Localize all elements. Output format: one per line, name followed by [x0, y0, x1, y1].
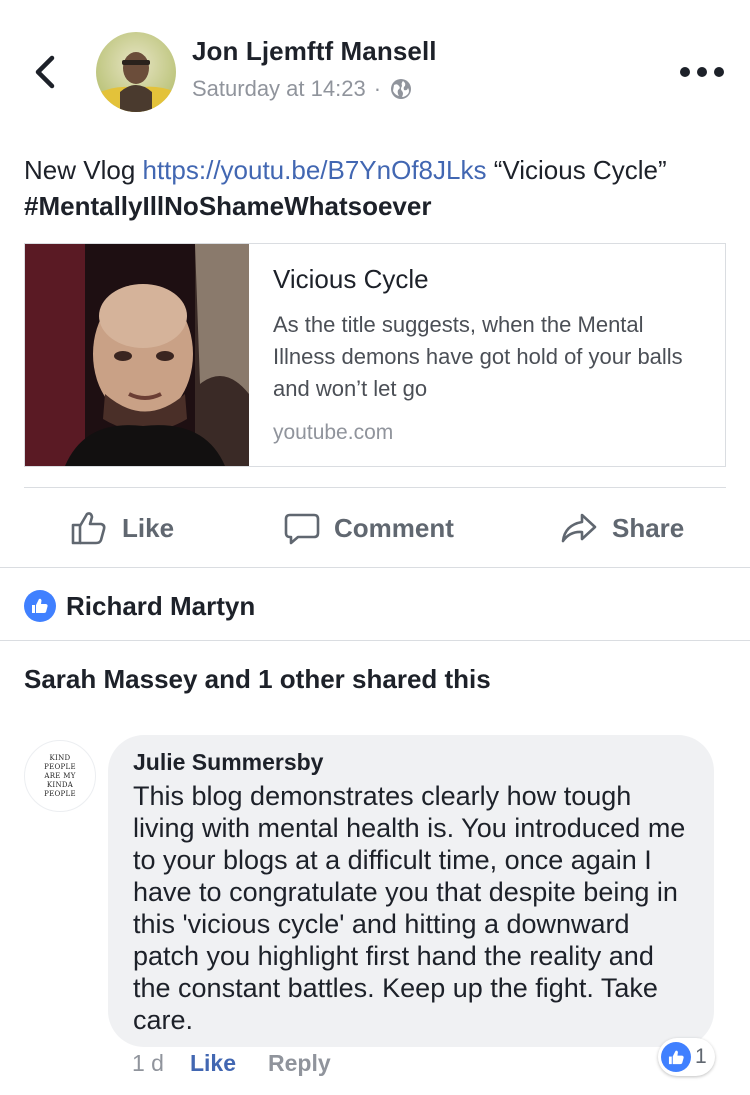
author-name[interactable]: Jon Ljemftf Mansell	[192, 36, 437, 67]
chevron-left-icon	[35, 55, 55, 89]
share-arrow-icon	[561, 513, 597, 543]
more-dot-icon	[680, 67, 690, 77]
divider	[0, 567, 750, 568]
reactions-summary[interactable]: Richard Martyn	[24, 590, 255, 622]
back-button[interactable]	[28, 50, 68, 94]
comment-author[interactable]: Julie Summersby	[133, 749, 690, 776]
link-card-body: Vicious Cycle As the title suggests, whe…	[249, 244, 725, 466]
link-card-title: Vicious Cycle	[273, 264, 429, 294]
comment-meta: 1 d Like Reply	[132, 1050, 331, 1077]
divider	[24, 487, 726, 488]
post-header: Jon Ljemftf Mansell Saturday at 14:23 ·	[0, 0, 750, 140]
like-reaction-icon	[661, 1042, 691, 1072]
globe-icon	[391, 79, 412, 99]
comment-icon	[284, 513, 320, 545]
link-card-description: As the title suggests, when the Mental I…	[273, 312, 683, 401]
comment-reply-button[interactable]: Reply	[268, 1050, 331, 1077]
share-button[interactable]: Share	[560, 490, 684, 566]
post-actions-bar: Like Comment Share	[0, 490, 750, 566]
divider	[0, 640, 750, 641]
comment-time: 1 d	[132, 1050, 164, 1076]
post-text-suffix: “Vicious Cycle”	[486, 155, 667, 185]
share-label: Share	[612, 512, 685, 543]
link-preview-card[interactable]: Vicious Cycle As the title suggests, whe…	[24, 243, 726, 467]
post-hashtag[interactable]: #MentallyIllNoShameWhatsoever	[24, 191, 431, 221]
comment-button[interactable]: Comment	[284, 490, 454, 566]
link-thumbnail	[25, 244, 249, 466]
post-text: New Vlog https://youtu.be/B7YnOf8JLks “V…	[24, 152, 724, 224]
post-link[interactable]: https://youtu.be/B7YnOf8JLks	[143, 155, 487, 185]
commenter-avatar-text: KIND PEOPLE ARE MY KINDA PEOPLE	[44, 753, 76, 798]
author-avatar[interactable]	[96, 32, 176, 112]
like-label: Like	[122, 512, 175, 543]
shares-summary[interactable]: Sarah Massey and 1 other shared this	[24, 664, 491, 695]
commenter-avatar[interactable]: KIND PEOPLE ARE MY KINDA PEOPLE	[24, 740, 96, 812]
thumbs-up-icon	[71, 512, 106, 545]
link-card-domain: youtube.com	[273, 421, 394, 444]
comment-label: Comment	[334, 512, 454, 543]
more-dot-icon	[697, 67, 707, 77]
reaction-count: 1	[695, 1045, 707, 1068]
like-button[interactable]: Like	[70, 490, 174, 566]
comment-text: This blog demonstrates clearly how tough…	[133, 781, 686, 1035]
comment-reaction-count[interactable]: 1	[658, 1038, 715, 1076]
meta-separator: ·	[373, 76, 382, 101]
comment-bubble: Julie Summersby This blog demonstrates c…	[108, 735, 714, 1047]
like-reaction-icon	[24, 590, 56, 622]
comment-like-button[interactable]: Like	[190, 1050, 236, 1077]
liker-name[interactable]: Richard Martyn	[66, 591, 255, 622]
post-timestamp[interactable]: Saturday at 14:23	[192, 76, 366, 102]
post-text-prefix: New Vlog	[24, 155, 143, 185]
post-meta: Saturday at 14:23 ·	[192, 76, 413, 102]
more-options-button[interactable]	[680, 60, 724, 84]
more-dot-icon	[714, 67, 724, 77]
